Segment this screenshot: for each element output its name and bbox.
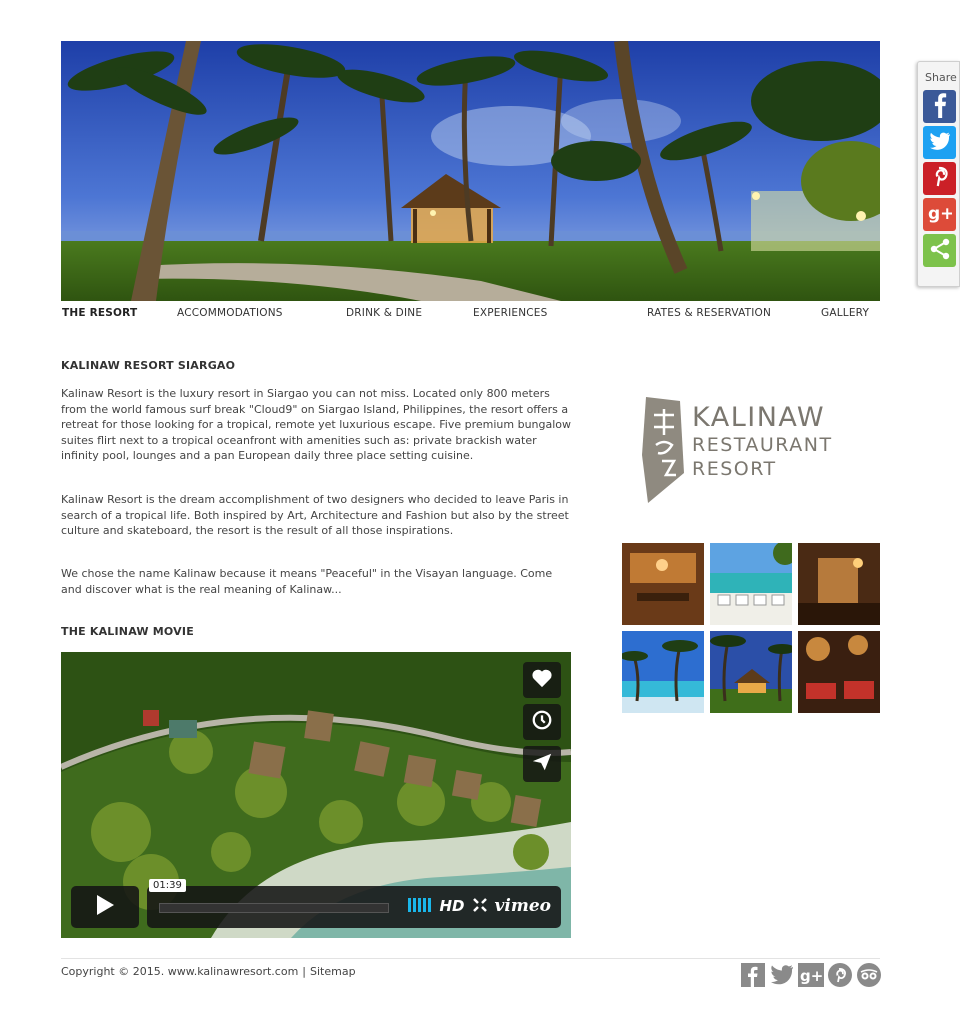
svg-text:g+: g+ (800, 967, 823, 985)
gallery-thumb-restaurant[interactable] (622, 543, 704, 625)
kalinaw-logo: KALINAW RESTAURANT RESORT (640, 395, 880, 507)
hd-toggle[interactable]: HD (440, 897, 465, 915)
share-icon (929, 238, 951, 264)
video-controls: HD vimeo 01:39 (71, 879, 561, 928)
sitemap-link[interactable]: Sitemap (310, 965, 356, 978)
nav-item-experiences[interactable]: EXPERIENCES (473, 307, 548, 319)
intro-paragraph-1: Kalinaw Resort is the luxury resort in S… (61, 387, 572, 462)
nav-item-drink-dine[interactable]: DRINK & DINE (346, 307, 422, 319)
logo-mark-icon (642, 397, 684, 503)
share-facebook-button[interactable] (923, 90, 956, 123)
logo-kalinaw: KALINAW (692, 402, 826, 433)
fullscreen-icon[interactable] (472, 897, 487, 916)
logo-restaurant: RESTAURANT (692, 434, 833, 456)
footer-divider (61, 958, 880, 959)
logo-resort: RESORT (692, 458, 777, 480)
play-button[interactable] (71, 886, 139, 928)
pinterest-icon[interactable] (827, 962, 853, 988)
intro-paragraph-3: We chose the name Kalinaw because it mea… (61, 567, 553, 596)
footer-copyright: Copyright © 2015. www.kalinawresort.com |… (61, 965, 356, 978)
twitter-icon[interactable] (769, 962, 795, 988)
facebook-icon (931, 92, 949, 122)
progress-bar[interactable] (159, 903, 389, 913)
floating-share-panel: Share g+ (917, 61, 960, 287)
play-icon (95, 894, 115, 920)
footer-social-links: g+ (740, 962, 882, 988)
twitter-icon (929, 132, 951, 154)
google-plus-icon: g+ (928, 203, 954, 227)
hero-image (61, 41, 880, 301)
volume-icon[interactable] (407, 897, 432, 916)
nav-item-accommodations[interactable]: ACCOMMODATIONS (177, 307, 283, 319)
like-button[interactable] (523, 662, 561, 698)
footer-separator: | (302, 965, 306, 978)
nav-item-rates-reservation[interactable]: RATES & RESERVATION (647, 307, 771, 319)
heart-icon (531, 668, 553, 692)
page-title: KALINAW RESORT SIARGAO (61, 359, 236, 372)
facebook-icon[interactable] (740, 962, 766, 988)
send-icon (531, 751, 553, 777)
main-nav: THE RESORT ACCOMMODATIONS DRINK & DINE E… (61, 307, 880, 323)
google-plus-icon[interactable]: g+ (798, 962, 824, 988)
movie-heading: THE KALINAW MOVIE (61, 625, 194, 638)
share-video-button[interactable] (523, 746, 561, 782)
share-google-plus-button[interactable]: g+ (923, 198, 956, 231)
gallery-thumb-beach-loungers[interactable] (710, 543, 792, 625)
share-twitter-button[interactable] (923, 126, 956, 159)
nav-item-the-resort[interactable]: THE RESORT (62, 307, 137, 319)
video-player[interactable]: HD vimeo 01:39 (61, 652, 571, 938)
share-more-button[interactable] (923, 234, 956, 267)
photo-gallery (622, 543, 880, 714)
nav-item-gallery[interactable]: GALLERY (821, 307, 869, 319)
svg-text:g+: g+ (928, 204, 952, 223)
watch-later-button[interactable] (523, 704, 561, 740)
time-indicator: 01:39 (149, 879, 186, 892)
pinterest-icon (930, 165, 950, 193)
share-label: Share (925, 71, 957, 84)
gallery-thumb-palms-pool[interactable] (622, 631, 704, 713)
gallery-thumb-lounge[interactable] (798, 631, 880, 713)
clock-icon (531, 709, 553, 735)
tripadvisor-icon[interactable] (856, 962, 882, 988)
copyright-text[interactable]: Copyright © 2015. www.kalinawresort.com (61, 965, 298, 978)
vimeo-logo[interactable]: vimeo (495, 896, 551, 916)
control-bar: HD vimeo (147, 886, 561, 928)
gallery-thumb-gazebo[interactable] (710, 631, 792, 713)
intro-paragraph-2: Kalinaw Resort is the dream accomplishme… (61, 493, 569, 537)
share-pinterest-button[interactable] (923, 162, 956, 195)
gallery-thumb-interior[interactable] (798, 543, 880, 625)
